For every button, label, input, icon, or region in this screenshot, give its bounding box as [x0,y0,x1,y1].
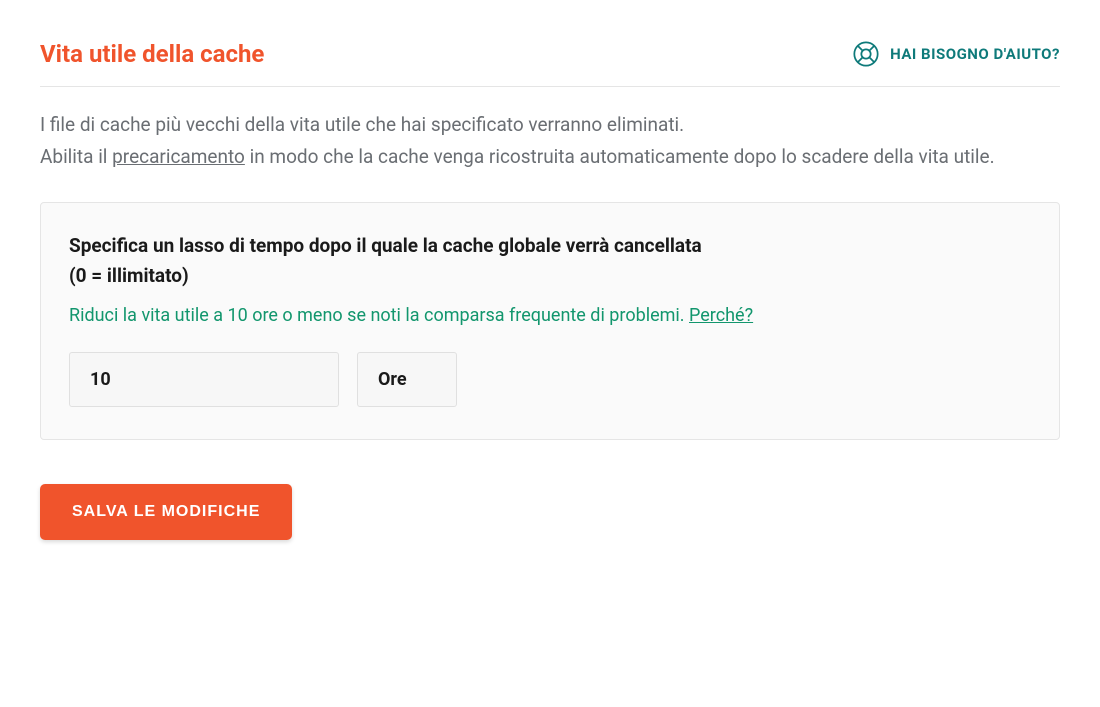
panel-description: I file di cache più vecchi della vita ut… [40,109,1060,174]
cache-lifespan-panel: Vita utile della cache HAI BISOGNO D'AIU… [40,40,1060,540]
lifespan-unit-select[interactable]: Ore [357,352,457,407]
settings-hint: Riduci la vita utile a 10 ore o meno se … [69,305,1031,326]
help-icon [852,40,880,68]
save-button[interactable]: SALVA LE MODIFICHE [40,484,292,540]
settings-heading-line1: Specifica un lasso di tempo dopo il qual… [69,234,702,257]
lifespan-settings-box: Specifica un lasso di tempo dopo il qual… [40,202,1060,441]
settings-heading-line2: (0 = illimitato) [69,264,189,287]
why-link[interactable]: Perché? [689,305,753,326]
lifespan-value-input[interactable] [69,352,339,407]
help-link[interactable]: HAI BISOGNO D'AIUTO? [852,40,1060,68]
hint-text: Riduci la vita utile a 10 ore o meno se … [69,305,689,326]
description-line2-prefix: Abilita il [40,145,112,168]
settings-heading: Specifica un lasso di tempo dopo il qual… [69,231,1031,292]
panel-title: Vita utile della cache [40,40,264,68]
panel-header: Vita utile della cache HAI BISOGNO D'AIU… [40,40,1060,87]
lifespan-inputs: Ore [69,352,1031,407]
preload-link[interactable]: precaricamento [112,145,245,168]
help-link-label: HAI BISOGNO D'AIUTO? [890,45,1060,63]
description-line1: I file di cache più vecchi della vita ut… [40,113,684,136]
description-line2-suffix: in modo che la cache venga ricostruita a… [245,145,995,168]
